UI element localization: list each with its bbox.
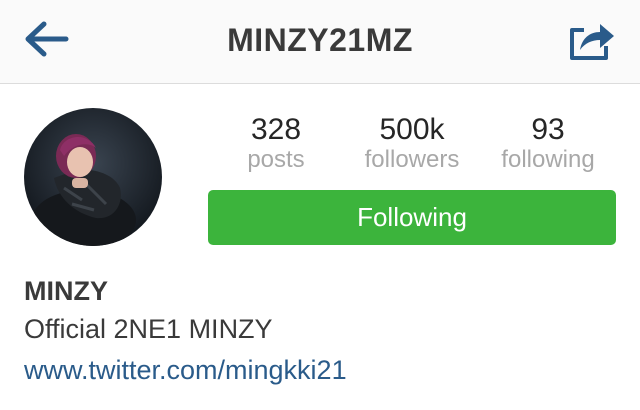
followers-count: 500k bbox=[379, 113, 445, 146]
profile-name: MINZY bbox=[24, 276, 108, 306]
share-icon bbox=[570, 24, 614, 60]
following-button[interactable]: Following bbox=[208, 190, 616, 245]
following-label: following bbox=[501, 146, 595, 173]
share-button[interactable] bbox=[566, 16, 618, 64]
followers-label: followers bbox=[364, 146, 460, 173]
profile-website-link[interactable]: www.twitter.com/mingkki21 bbox=[24, 355, 347, 386]
posts-count: 328 bbox=[250, 113, 302, 146]
top-nav-bar: MINZY21MZ bbox=[0, 0, 640, 84]
following-count: 93 bbox=[531, 113, 565, 146]
profile-bio: Official 2NE1 MINZY bbox=[24, 314, 273, 344]
stat-following[interactable]: 93 following bbox=[478, 114, 618, 174]
posts-label: posts bbox=[247, 146, 305, 173]
stat-followers[interactable]: 500k followers bbox=[342, 114, 482, 174]
stat-posts[interactable]: 328 posts bbox=[206, 114, 346, 174]
profile-avatar[interactable] bbox=[24, 108, 162, 246]
page-title: MINZY21MZ bbox=[227, 22, 413, 58]
